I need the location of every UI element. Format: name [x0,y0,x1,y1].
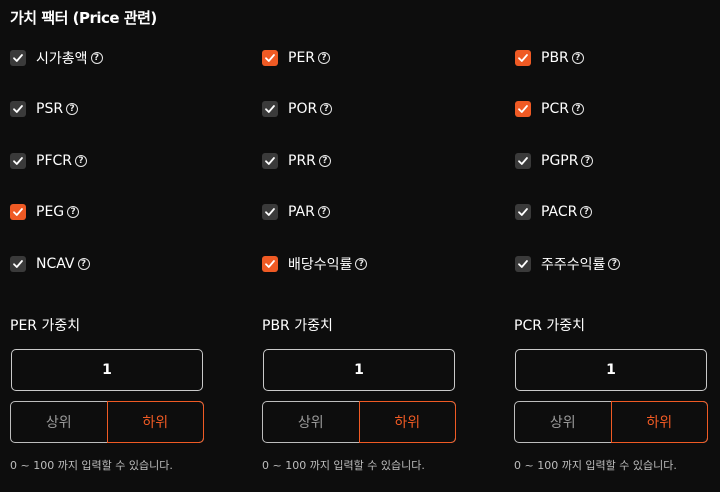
factor-label: PEG [36,204,65,220]
weight-label: PCR 가중치 [514,318,586,334]
weight-input[interactable]: 1 [515,349,707,391]
factor-label: PAR [288,204,315,220]
checkbox-unchecked[interactable] [515,256,531,272]
factor-checkbox-item[interactable]: 시가총액? [10,48,103,68]
factor-label: PBR [541,50,569,66]
check-icon [265,208,275,216]
checkbox-unchecked[interactable] [10,153,26,169]
factor-checkbox-item[interactable]: PGPR? [515,151,594,171]
factor-label: PACR [541,204,578,220]
help-icon[interactable]: ? [318,52,331,64]
checkbox-checked[interactable] [515,101,531,117]
factor-checkbox-item[interactable]: 주주수익률? [515,254,621,274]
checkbox-unchecked[interactable] [262,153,278,169]
check-icon [518,54,528,62]
weight-label: PBR 가중치 [262,318,333,334]
factor-checkbox-item[interactable]: PCR? [515,99,584,119]
factor-checkbox-item[interactable]: 배당수익률? [262,254,368,274]
factor-label: PFCR [36,153,72,169]
help-icon[interactable]: ? [318,155,331,167]
help-icon[interactable]: ? [355,258,368,270]
help-icon[interactable]: ? [317,206,330,218]
weight-hint: 0 ~ 100 까지 입력할 수 있습니다. [10,459,173,472]
factor-label: NCAV [36,256,75,272]
check-icon [518,105,528,113]
rank-toggle: 상위 하위 [10,401,204,443]
help-icon[interactable]: ? [580,206,593,218]
checkbox-checked[interactable] [515,50,531,66]
check-icon [518,260,528,268]
factor-checkbox-item[interactable]: PAR? [262,202,330,222]
factor-checkbox-item[interactable]: PACR? [515,202,593,222]
check-icon [13,157,23,165]
help-icon[interactable]: ? [581,155,594,167]
checkbox-unchecked[interactable] [262,204,278,220]
factor-label: PCR [541,101,569,117]
check-icon [13,208,23,216]
factor-label: PER [288,50,316,66]
factor-checkbox-item[interactable]: PFCR? [10,151,87,171]
factor-label: PGPR [541,153,579,169]
check-icon [265,157,275,165]
upper-option-button[interactable]: 상위 [263,402,359,442]
check-icon [265,54,275,62]
factor-checkbox-item[interactable]: PBR? [515,48,584,68]
help-icon[interactable]: ? [67,206,80,218]
help-icon[interactable]: ? [77,258,90,270]
checkbox-checked[interactable] [262,256,278,272]
factor-label: 시가총액 [36,51,88,67]
factor-label: 배당수익률 [288,257,353,273]
lower-option-button[interactable]: 하위 [358,401,456,443]
weight-input[interactable]: 1 [11,349,203,391]
checkbox-unchecked[interactable] [515,204,531,220]
factor-checkbox-item[interactable]: PER? [262,48,331,68]
upper-option-button[interactable]: 상위 [515,402,611,442]
lower-option-button[interactable]: 하위 [610,401,708,443]
checkbox-unchecked[interactable] [10,50,26,66]
factor-label: PRR [288,153,316,169]
weight-label: PER 가중치 [10,318,81,334]
factor-label: PSR [36,101,64,117]
factor-label: 주주수익률 [541,257,606,273]
factor-checkbox-item[interactable]: PRR? [262,151,331,171]
weight-input[interactable]: 1 [263,349,455,391]
rank-toggle: 상위 하위 [262,401,456,443]
weight-hint: 0 ~ 100 까지 입력할 수 있습니다. [514,459,677,472]
check-icon [518,208,528,216]
factor-checkbox-item[interactable]: PEG? [10,202,80,222]
help-icon[interactable]: ? [320,103,333,115]
help-icon[interactable]: ? [75,155,87,167]
rank-toggle: 상위 하위 [514,401,708,443]
check-icon [13,54,23,62]
factor-checkbox-item[interactable]: POR? [262,99,333,119]
help-icon[interactable]: ? [571,52,584,64]
checkbox-unchecked[interactable] [10,256,26,272]
factor-label: POR [288,101,318,117]
factor-checkbox-item[interactable]: NCAV? [10,254,90,274]
checkbox-unchecked[interactable] [515,153,531,169]
check-icon [13,105,23,113]
lower-option-button[interactable]: 하위 [106,401,204,443]
check-icon [265,260,275,268]
help-icon[interactable]: ? [571,103,584,115]
check-icon [13,260,23,268]
help-icon[interactable]: ? [90,52,103,64]
help-icon[interactable]: ? [66,103,79,115]
checkbox-unchecked[interactable] [262,101,278,117]
check-icon [265,105,275,113]
upper-option-button[interactable]: 상위 [11,402,107,442]
checkbox-checked[interactable] [10,204,26,220]
section-title: 가치 팩터 (Price 관련) [10,9,157,27]
factor-checkbox-item[interactable]: PSR? [10,99,79,119]
checkbox-checked[interactable] [262,50,278,66]
weight-hint: 0 ~ 100 까지 입력할 수 있습니다. [262,459,425,472]
help-icon[interactable]: ? [608,258,621,270]
checkbox-unchecked[interactable] [10,101,26,117]
check-icon [518,157,528,165]
